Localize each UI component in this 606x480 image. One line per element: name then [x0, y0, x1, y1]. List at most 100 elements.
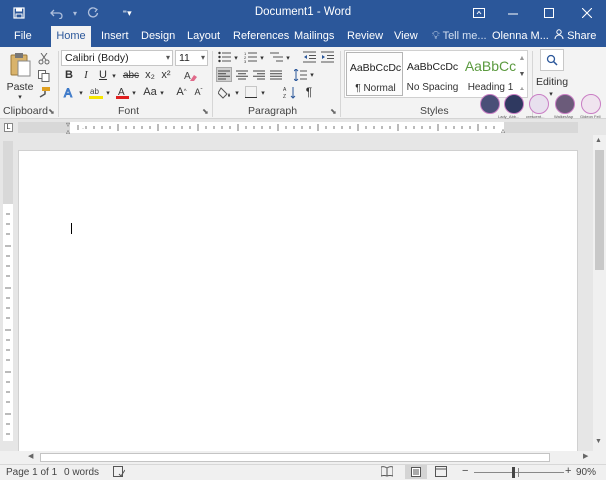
zoom-out-icon[interactable]: −	[462, 465, 468, 477]
scroll-left-icon[interactable]: ◀	[28, 452, 33, 460]
shrink-font-button[interactable]: Aˇ	[192, 85, 205, 99]
styles-scroll-up-icon[interactable]: ▲	[517, 51, 527, 65]
ribbon-display-options-icon[interactable]	[462, 0, 496, 26]
minimize-icon[interactable]	[496, 0, 530, 26]
horizontal-ruler[interactable]: L · ▿ ▵ ▵	[0, 119, 606, 136]
text-effects-icon[interactable]: A	[62, 85, 76, 99]
bullets-icon[interactable]	[217, 50, 231, 64]
text-effects-dropdown-icon[interactable]: ▾	[77, 86, 85, 100]
document-page[interactable]	[18, 150, 578, 460]
right-indent-marker[interactable]: ▵	[501, 126, 505, 135]
editing-dropdown-icon[interactable]: ▾	[546, 89, 556, 99]
underline-button[interactable]: U	[96, 68, 110, 82]
avatar[interactable]	[555, 94, 575, 114]
avatar[interactable]	[581, 94, 601, 114]
zoom-in-icon[interactable]: +	[565, 465, 571, 477]
scroll-thumb[interactable]	[595, 150, 604, 270]
tell-me-box[interactable]: 💡︎ Tell me...	[430, 26, 489, 47]
show-marks-icon[interactable]: ¶	[302, 85, 316, 99]
paste-button[interactable]: Paste ▾	[6, 51, 34, 101]
bullets-dropdown-icon[interactable]: ▾	[232, 51, 240, 65]
web-layout-icon[interactable]	[435, 466, 447, 480]
read-mode-icon[interactable]	[380, 466, 394, 480]
tab-layout[interactable]: Layout	[185, 26, 222, 47]
justify-icon[interactable]	[268, 67, 284, 82]
font-color-icon[interactable]: A	[115, 85, 129, 99]
account-name[interactable]: Olenna M...	[490, 26, 551, 47]
zoom-level[interactable]: 90%	[576, 467, 596, 478]
avatar[interactable]	[480, 94, 500, 114]
vertical-ruler[interactable]	[3, 141, 13, 441]
font-name-box[interactable]: Calibri (Body) ▾	[61, 50, 173, 66]
numbering-dropdown-icon[interactable]: ▾	[258, 51, 266, 65]
change-case-dropdown-icon[interactable]: ▾	[158, 86, 166, 100]
align-center-icon[interactable]	[234, 67, 250, 82]
avatar[interactable]	[529, 94, 549, 114]
proofing-icon[interactable]	[113, 466, 126, 480]
scroll-up-icon[interactable]: ▲	[595, 137, 602, 144]
tab-view[interactable]: View	[392, 26, 420, 47]
align-right-icon[interactable]	[251, 67, 267, 82]
page-count[interactable]: Page 1 of 1	[6, 467, 57, 478]
styles-scroll-down-icon[interactable]: ▼	[517, 67, 527, 81]
borders-icon[interactable]	[244, 85, 258, 99]
tab-references[interactable]: References	[231, 26, 291, 47]
highlight-dropdown-icon[interactable]: ▾	[104, 86, 112, 100]
avatar[interactable]	[504, 94, 524, 114]
borders-dropdown-icon[interactable]: ▾	[259, 86, 267, 100]
line-spacing-icon[interactable]	[292, 67, 308, 82]
increase-indent-icon[interactable]	[320, 50, 334, 64]
grow-font-button[interactable]: A ^	[175, 85, 188, 99]
tab-insert[interactable]: Insert	[99, 26, 131, 47]
cut-icon[interactable]	[36, 51, 52, 67]
paragraph-launcher-icon[interactable]: ⬊	[330, 107, 337, 116]
share-button[interactable]: Share	[552, 26, 598, 47]
shading-dropdown-icon[interactable]: ▾	[233, 86, 241, 100]
sort-icon[interactable]: AZ	[282, 85, 296, 99]
strikethrough-button[interactable]: abc	[121, 68, 141, 82]
copy-icon[interactable]	[36, 68, 52, 84]
find-icon[interactable]	[540, 49, 564, 71]
shading-icon[interactable]	[217, 85, 233, 99]
tab-review[interactable]: Review	[345, 26, 385, 47]
vertical-scrollbar[interactable]: ▲ ▼	[593, 135, 606, 451]
zoom-slider[interactable]	[474, 467, 564, 478]
change-case-button[interactable]: Aa	[141, 85, 159, 99]
line-spacing-dropdown-icon[interactable]: ▾	[308, 68, 316, 82]
font-launcher-icon[interactable]: ⬊	[202, 107, 209, 116]
italic-button[interactable]: I	[79, 68, 93, 82]
horizontal-scrollbar[interactable]: ◀ ▶	[0, 451, 606, 464]
word-count[interactable]: 0 words	[64, 467, 99, 478]
multilevel-list-icon[interactable]	[269, 50, 283, 64]
underline-dropdown-icon[interactable]: ▾	[110, 69, 118, 83]
scroll-down-icon[interactable]: ▼	[595, 438, 602, 445]
clipboard-launcher-icon[interactable]: ⬊	[48, 107, 55, 116]
style-heading-1[interactable]: AaBbCc Heading 1	[462, 52, 519, 96]
numbering-icon[interactable]: 123	[243, 50, 257, 64]
maximize-icon[interactable]	[532, 0, 566, 26]
font-color-dropdown-icon[interactable]: ▾	[130, 86, 138, 100]
subscript-button[interactable]: x₂	[143, 68, 157, 82]
scroll-thumb[interactable]	[40, 453, 550, 462]
tab-selector-icon[interactable]: L	[4, 123, 13, 132]
clear-formatting-icon[interactable]: A	[182, 67, 198, 83]
tab-mailings[interactable]: Mailings	[292, 26, 336, 47]
format-painter-icon[interactable]	[36, 85, 52, 101]
close-icon[interactable]	[570, 0, 604, 26]
align-left-icon[interactable]	[216, 67, 232, 82]
highlight-icon[interactable]: ab	[88, 85, 104, 99]
print-layout-icon[interactable]	[405, 465, 427, 479]
superscript-button[interactable]: x²	[159, 68, 173, 82]
decrease-indent-icon[interactable]	[302, 50, 316, 64]
multilevel-dropdown-icon[interactable]: ▾	[284, 51, 292, 65]
tab-design[interactable]: Design	[139, 26, 177, 47]
editing-label[interactable]: Editing	[534, 75, 570, 89]
tab-file[interactable]: File	[12, 26, 34, 47]
bold-button[interactable]: B	[62, 68, 76, 82]
zoom-thumb[interactable]	[511, 467, 515, 478]
style-no-spacing[interactable]: AaBbCcDc No Spacing	[404, 52, 461, 96]
style-normal[interactable]: AaBbCcDc ¶ Normal	[346, 52, 403, 96]
tab-home[interactable]: Home	[51, 26, 91, 47]
font-size-box[interactable]: 11 ▾	[175, 50, 208, 66]
scroll-right-icon[interactable]: ▶	[583, 452, 588, 460]
